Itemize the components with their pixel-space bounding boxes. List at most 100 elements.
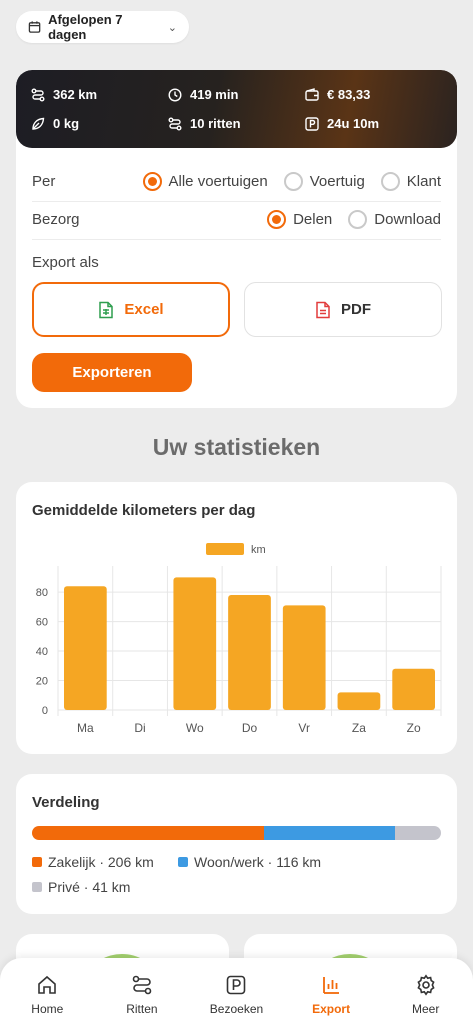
radio-label: Download: [374, 211, 441, 228]
legend-swatch: [206, 543, 244, 555]
stat-rides-value: 10 ritten: [190, 116, 241, 131]
deliver-row: Bezorg Delen Download: [32, 210, 441, 229]
radio-label: Alle voertuigen: [168, 173, 268, 190]
bar: [337, 692, 381, 710]
bar: [64, 586, 107, 710]
stat-parking: 24u 10m: [305, 116, 379, 131]
x-tick-label: Za: [352, 721, 366, 735]
y-tick-label: 40: [36, 646, 48, 658]
y-tick-label: 80: [36, 587, 48, 599]
legend-label: Woon/werk · 116 km: [194, 854, 322, 870]
x-tick-label: Wo: [186, 721, 204, 735]
x-tick-label: Ma: [77, 721, 94, 735]
format-row: Export als: [32, 254, 441, 271]
document-icon: [316, 301, 330, 318]
radio-indicator: [380, 172, 400, 191]
stat-distance-value: 362 km: [53, 87, 98, 102]
radio-label: Delen: [293, 211, 333, 228]
legend-swatch: [32, 882, 42, 892]
radio-download[interactable]: Download: [348, 210, 441, 229]
divider: [32, 201, 441, 202]
nav-label: Export: [312, 1002, 351, 1016]
leaf-icon: [32, 117, 45, 130]
radio-indicator: [283, 172, 303, 191]
date-filter-button[interactable]: Afgelopen 7 dagen ⌄: [16, 11, 189, 43]
legend-business: Zakelijk · 206 km: [32, 854, 154, 870]
bar: [282, 605, 326, 710]
stat-duration: 419 min: [168, 87, 238, 102]
legend-label: Zakelijk · 206 km: [48, 854, 154, 870]
distribution-bar: [32, 826, 441, 840]
route-icon: [132, 975, 152, 995]
radio-vehicle[interactable]: Voertuig: [283, 172, 365, 191]
nav-rides[interactable]: Ritten: [95, 958, 190, 1024]
radio-share[interactable]: Delen: [267, 210, 332, 229]
stat-parking-value: 24u 10m: [327, 116, 380, 131]
stat-cost-value: € 83,33: [327, 87, 371, 102]
deliver-label: Bezorg: [32, 211, 80, 228]
clock-icon: [168, 87, 182, 102]
x-tick-label: Zo: [407, 721, 421, 735]
route-icon: [168, 117, 182, 130]
stat-rides: 10 ritten: [168, 116, 241, 131]
section-title: Uw statistieken: [152, 434, 321, 460]
spreadsheet-icon: [99, 301, 114, 318]
bar: [392, 668, 435, 710]
route-icon: [31, 88, 45, 101]
parking-icon: [227, 975, 246, 995]
gear-icon: [417, 974, 435, 996]
radio-indicator: [142, 172, 162, 191]
pdf-label: PDF: [341, 301, 371, 318]
legend-label: Privé · 41 km: [48, 879, 131, 895]
nav-label: Bezoeken: [209, 1002, 264, 1016]
wallet-icon: [305, 87, 319, 101]
stat-co2: 0 kg: [31, 116, 79, 131]
legend-private: Privé · 41 km: [32, 879, 130, 895]
parking-icon: [305, 116, 319, 131]
stats-banner: 362 km 419 min € 83,33 0 kg 10 ritten 24…: [16, 70, 457, 148]
distribution-segment: [32, 826, 265, 840]
bar-chart: 0 20 40 60 80 km Ma Di Wo Do Vr Za Zo: [36, 543, 442, 735]
stat-co2-value: 0 kg: [53, 116, 80, 131]
y-tick-label: 60: [36, 617, 48, 629]
nav-label: Home: [31, 1002, 64, 1016]
distribution-segment: [264, 826, 395, 840]
radio-client[interactable]: Klant: [380, 172, 441, 191]
excel-label: Excel: [124, 301, 164, 318]
export-button[interactable]: Exporteren: [32, 353, 192, 392]
nav-label: Meer: [412, 1002, 440, 1016]
radio-label: Voertuig: [309, 173, 365, 190]
x-tick-label: Do: [242, 721, 258, 735]
excel-format-button[interactable]: Excel: [32, 282, 230, 337]
radio-indicator: [267, 210, 287, 229]
export-card: 362 km 419 min € 83,33 0 kg 10 ritten 24…: [16, 70, 457, 408]
calendar-icon: [28, 21, 41, 33]
legend-swatch: [178, 857, 188, 867]
distribution-segment: [394, 826, 441, 840]
nav-visits[interactable]: Bezoeken: [189, 958, 284, 1024]
nav-export[interactable]: Export: [284, 958, 379, 1024]
stat-cost: € 83,33: [305, 87, 370, 102]
stat-duration-value: 419 min: [190, 87, 239, 102]
x-tick-label: Di: [134, 721, 145, 735]
legend-swatch: [32, 857, 42, 867]
divider: [32, 239, 441, 240]
per-label: Per: [32, 173, 56, 190]
y-tick-label: 20: [36, 676, 48, 688]
bar: [228, 595, 271, 710]
nav-more[interactable]: Meer: [378, 958, 473, 1024]
bar-chart-icon: [323, 977, 340, 994]
home-icon: [38, 975, 57, 994]
bar: [173, 577, 217, 710]
x-tick-label: Vr: [298, 721, 310, 735]
radio-label: Klant: [406, 173, 441, 190]
radio-all-vehicles[interactable]: Alle voertuigen: [142, 172, 268, 191]
pdf-format-button[interactable]: PDF: [244, 282, 442, 337]
nav-home[interactable]: Home: [0, 958, 95, 1024]
chevron-down-icon: ⌄: [167, 21, 177, 34]
date-filter-label: Afgelopen 7 dagen: [48, 12, 123, 42]
per-row: Per Alle voertuigen Voertuig Klant: [32, 172, 441, 191]
chart-card: Gemiddelde kilometers per dag 0 20 40 60 80 k…: [16, 482, 457, 754]
radio-indicator: [348, 210, 368, 229]
legend-label: km: [251, 544, 266, 556]
